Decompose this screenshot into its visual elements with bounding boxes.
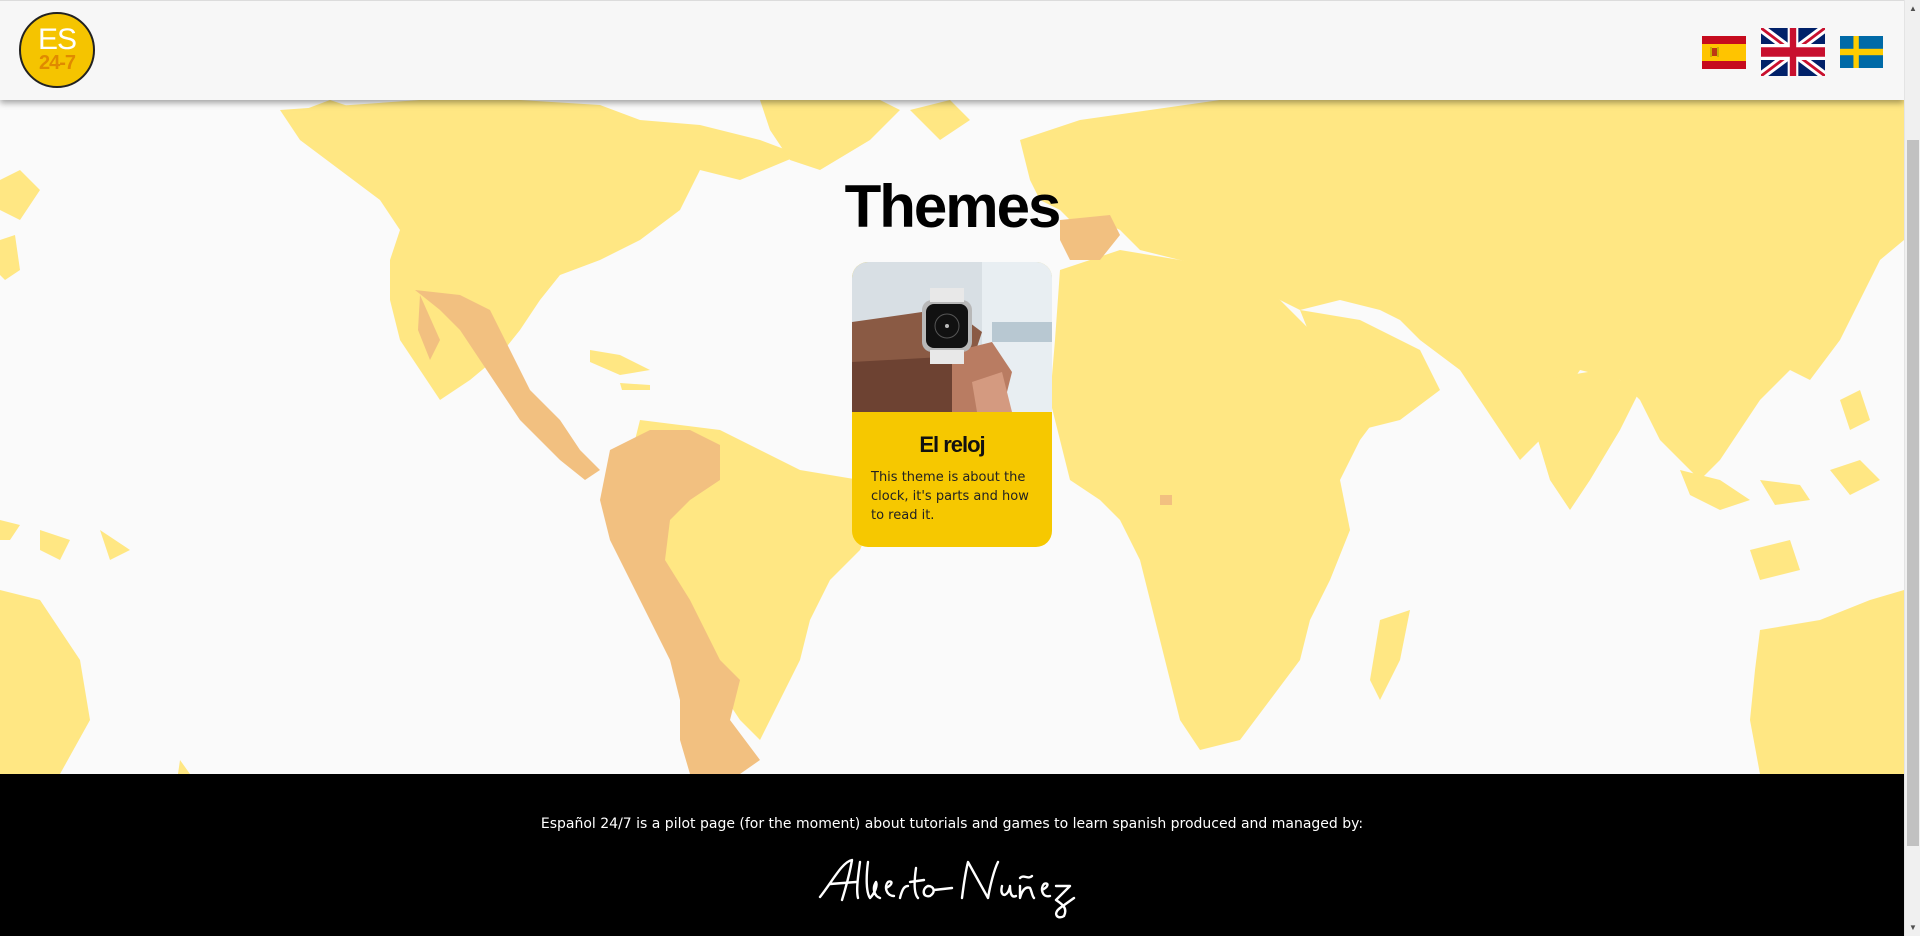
site-logo[interactable]: ES 24-7: [19, 12, 95, 88]
page-viewport: ES 24-7 Themes El reloj This theme is ab…: [0, 0, 1904, 936]
card-description: This theme is about the clock, it's part…: [871, 470, 1029, 523]
card-title: El reloj: [919, 432, 985, 457]
site-header: ES 24-7: [0, 0, 1904, 100]
footer-text: Español 24/7 is a pilot page (for the mo…: [540, 816, 1364, 832]
logo-top-text: ES: [37, 23, 77, 56]
scroll-down-arrow-icon[interactable]: ▼: [1905, 919, 1920, 936]
scroll-up-arrow-icon[interactable]: ▲: [1905, 0, 1920, 17]
logo-bottom-text: 24-7: [38, 52, 76, 74]
page-title: Themes: [844, 173, 1062, 240]
scrollbar-thumb[interactable]: [1907, 140, 1919, 846]
theme-card-el-reloj[interactable]: El reloj This theme is about the clock, …: [852, 262, 1052, 547]
author-signature: [818, 858, 1076, 919]
site-footer: Español 24/7 is a pilot page (for the mo…: [0, 774, 1904, 936]
sweden-flag-icon[interactable]: [1840, 36, 1883, 68]
vertical-scrollbar[interactable]: ▲ ▼: [1904, 0, 1920, 936]
smartwatch-photo: [852, 262, 1052, 412]
spain-flag-icon[interactable]: [1702, 36, 1746, 69]
uk-flag-icon[interactable]: [1761, 28, 1825, 76]
